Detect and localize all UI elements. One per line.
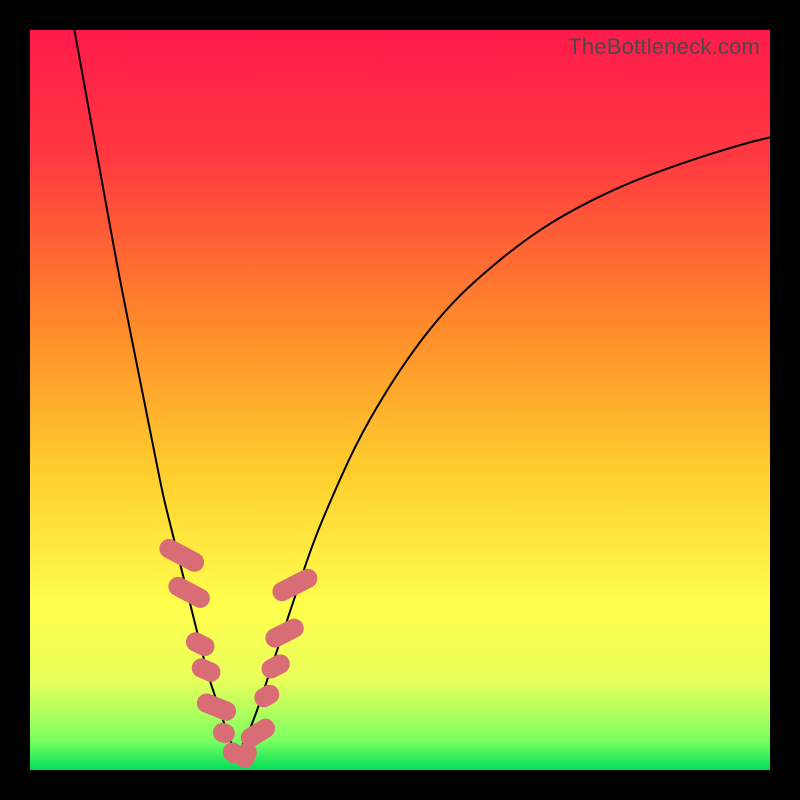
- chart-frame: TheBottleneck.com: [0, 0, 800, 800]
- gradient-background: [30, 30, 770, 770]
- watermark-text: TheBottleneck.com: [568, 34, 760, 60]
- plot-area: TheBottleneck.com: [30, 30, 770, 770]
